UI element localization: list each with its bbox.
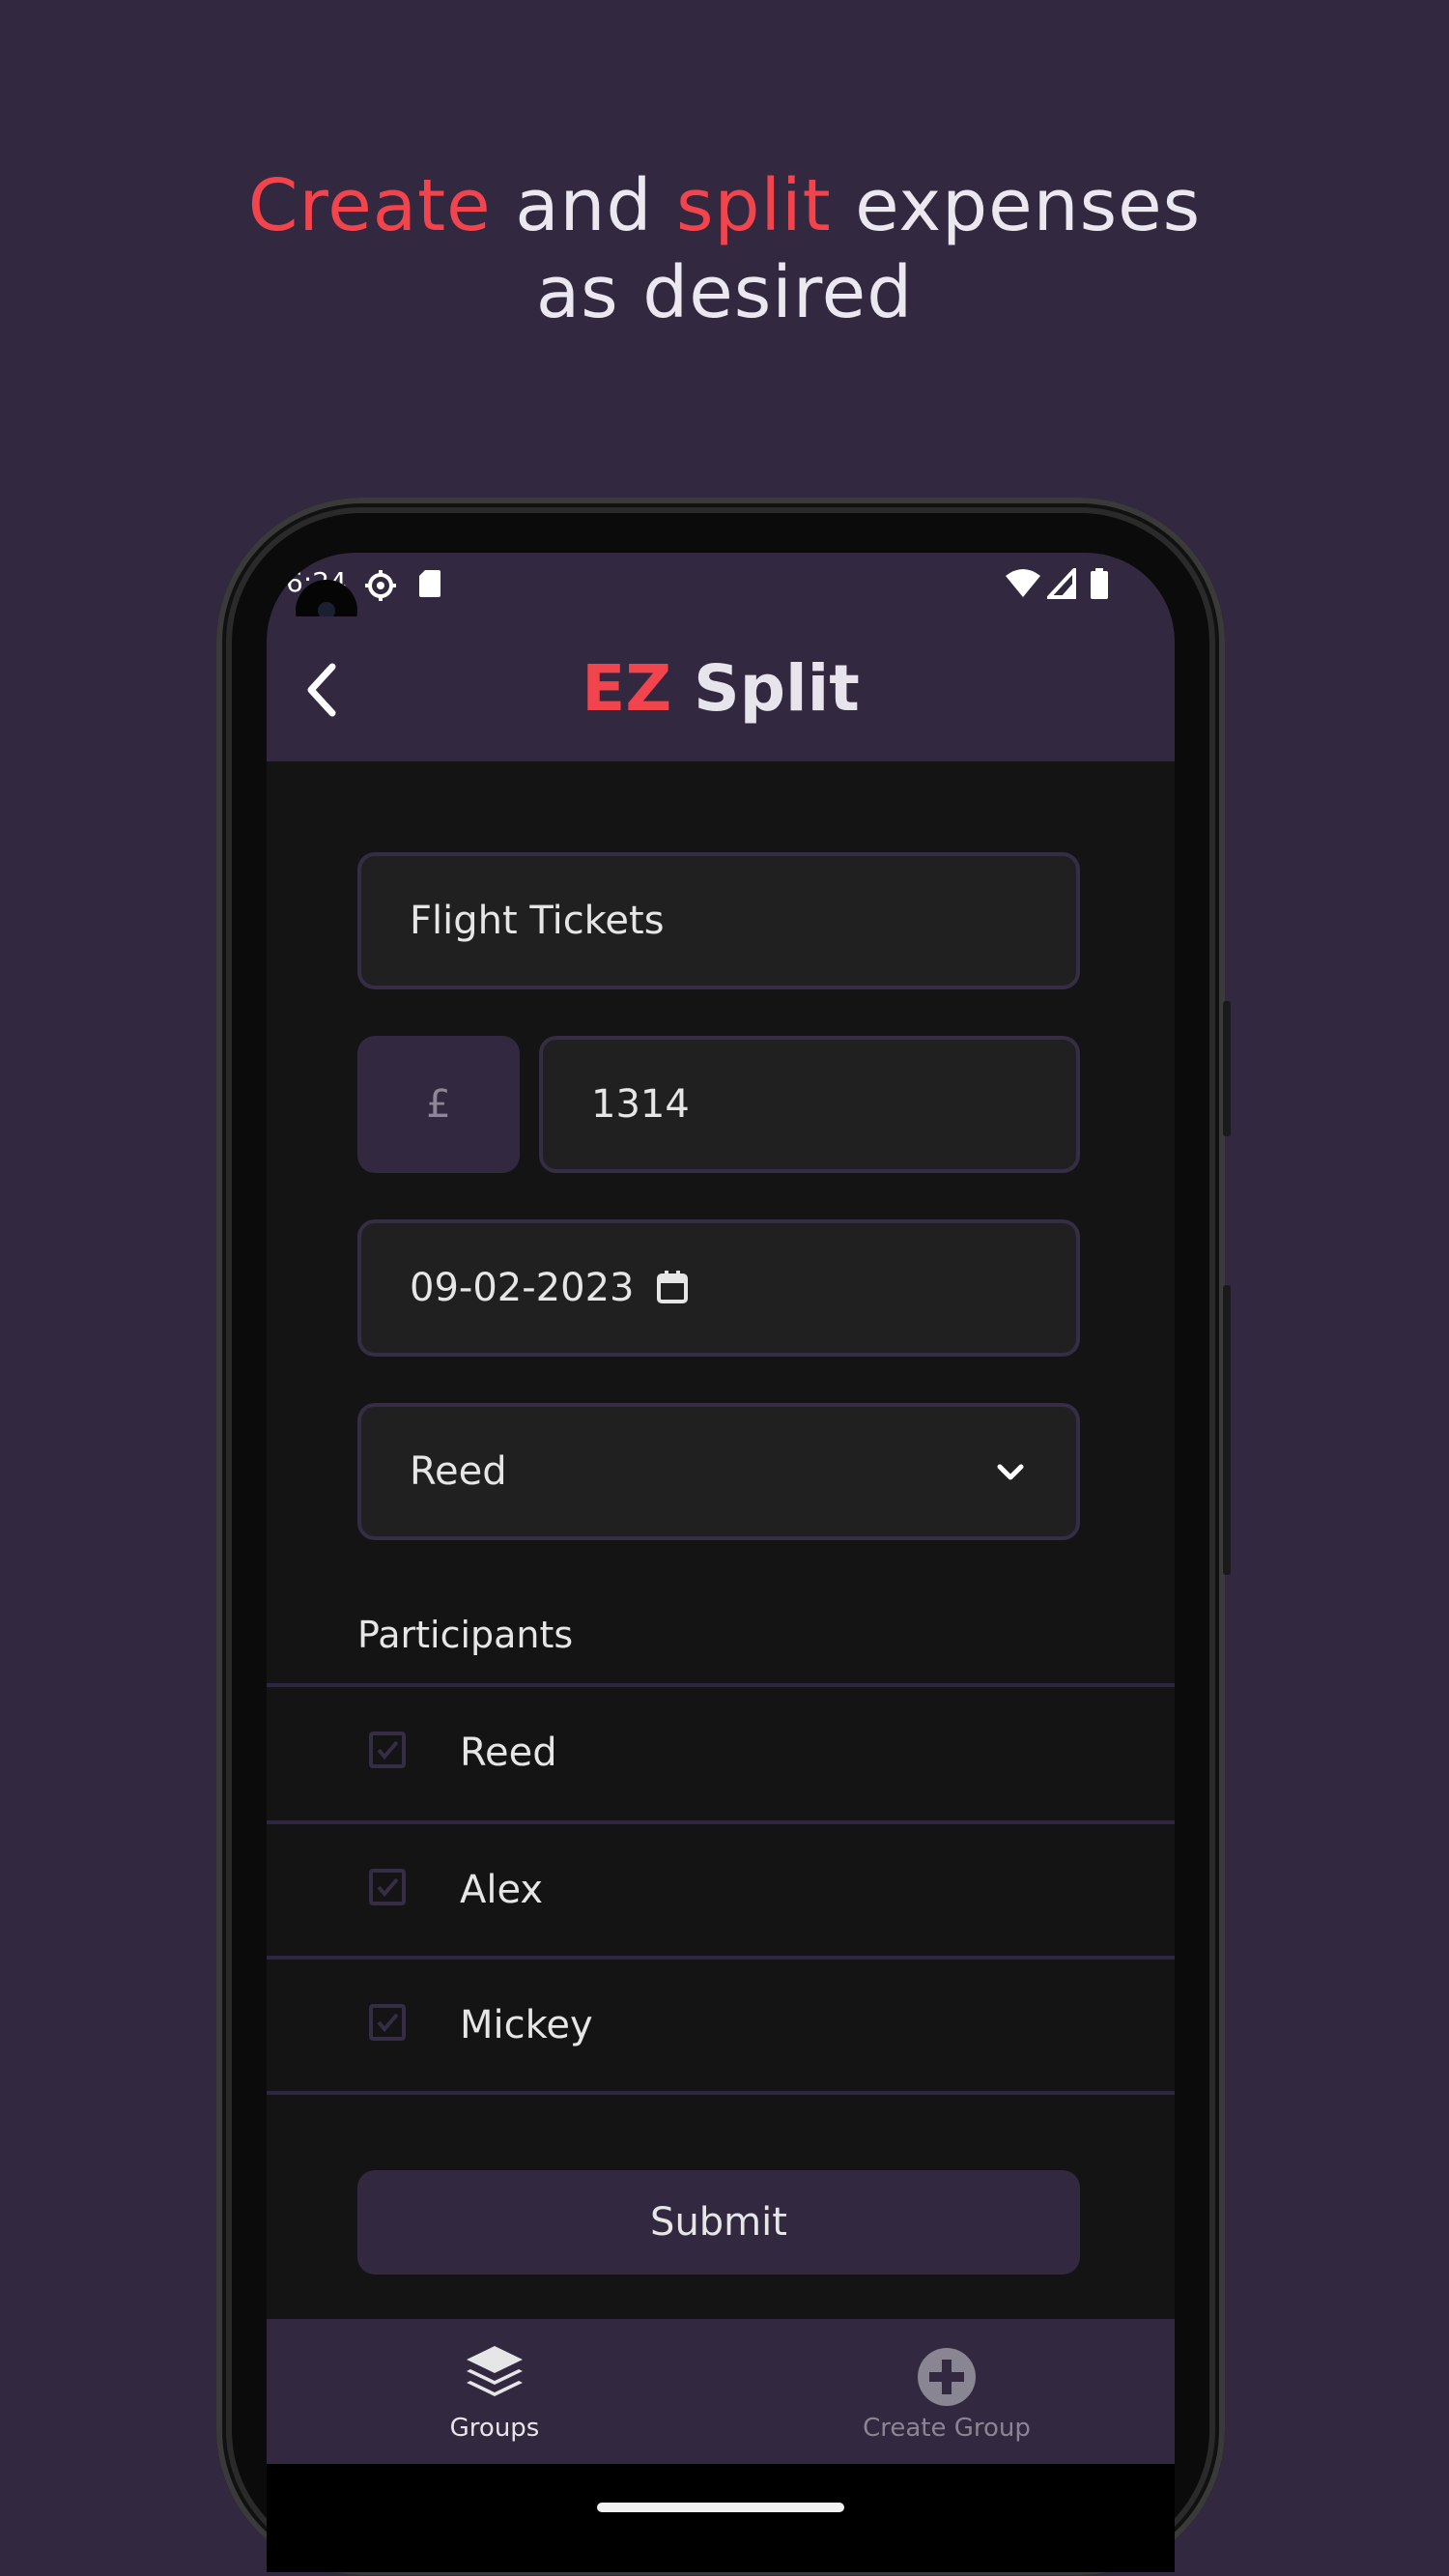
wifi-icon [1005, 568, 1041, 603]
checkmark-icon [377, 2013, 399, 2033]
calendar-icon[interactable] [656, 1270, 689, 1304]
promo-word-expenses: expenses [831, 164, 1202, 247]
participant-name: Alex [460, 1868, 544, 1912]
app-bar: EZ Split [267, 616, 1175, 761]
layers-icon [467, 2346, 523, 2396]
app-title: EZ Split [267, 616, 1175, 761]
app-title-rest: Split [671, 651, 860, 726]
participant-divider [267, 2091, 1175, 2095]
participant-checkbox[interactable] [369, 1869, 406, 1905]
submit-button[interactable]: Submit [357, 2170, 1080, 2275]
participant-checkbox[interactable] [369, 2004, 406, 2041]
phone-volume-button [1223, 1285, 1231, 1575]
nav-label-groups: Groups [449, 2414, 540, 2443]
amount-value: 1314 [591, 1082, 690, 1127]
nav-item-create-group[interactable]: Create Group [802, 2319, 1092, 2464]
amount-input[interactable]: 1314 [539, 1036, 1080, 1173]
app-title-accent: EZ [582, 651, 672, 726]
date-value: 09-02-2023 [410, 1223, 689, 1353]
payer-selected-value: Reed [410, 1449, 507, 1494]
participant-name: Mickey [460, 2003, 593, 2047]
promo-word-split: split [675, 164, 832, 247]
expense-name-input[interactable]: Flight Tickets [357, 852, 1080, 989]
chevron-left-icon [307, 663, 336, 717]
checkmark-icon [377, 1877, 399, 1898]
participant-name: Reed [460, 1731, 557, 1775]
settings-gear-icon [363, 568, 398, 607]
bottom-navigation: Groups Create Group [267, 2319, 1175, 2464]
battery-icon [1090, 568, 1109, 603]
plus-circle-icon [918, 2348, 976, 2406]
currency-selector[interactable]: £ [357, 1036, 520, 1173]
nav-label-create-group: Create Group [863, 2414, 1031, 2443]
payer-dropdown[interactable]: Reed [357, 1403, 1080, 1540]
date-text: 09-02-2023 [410, 1266, 635, 1310]
promo-line-1: Create and split expenses [0, 162, 1449, 249]
phone-power-button [1223, 1001, 1231, 1136]
promo-line-2: as desired [535, 251, 914, 334]
promo-headline: Create and split expenses as desired [0, 162, 1449, 336]
participant-row-alex[interactable]: Alex [267, 1824, 1175, 1956]
participant-row-reed[interactable]: Reed [267, 1687, 1175, 1818]
chevron-down-icon [997, 1464, 1024, 1480]
checkmark-icon [377, 1740, 399, 1760]
participant-row-mickey[interactable]: Mickey [267, 1960, 1175, 2091]
phone-screen: 6:24 [267, 553, 1175, 2572]
nav-item-groups[interactable]: Groups [350, 2319, 639, 2464]
cell-signal-icon [1044, 564, 1076, 603]
date-input[interactable]: 09-02-2023 [357, 1219, 1080, 1357]
promo-word-and: and [491, 164, 676, 247]
status-bar: 6:24 [267, 553, 1175, 642]
promo-word-create: Create [247, 164, 492, 247]
home-gesture-bar[interactable] [597, 2503, 844, 2512]
participants-heading: Participants [357, 1614, 574, 1656]
expense-name-value: Flight Tickets [410, 899, 665, 943]
participant-checkbox[interactable] [369, 1732, 406, 1768]
sd-card-icon [417, 568, 442, 603]
gesture-navigation-area [267, 2464, 1175, 2572]
back-button[interactable] [296, 659, 354, 721]
